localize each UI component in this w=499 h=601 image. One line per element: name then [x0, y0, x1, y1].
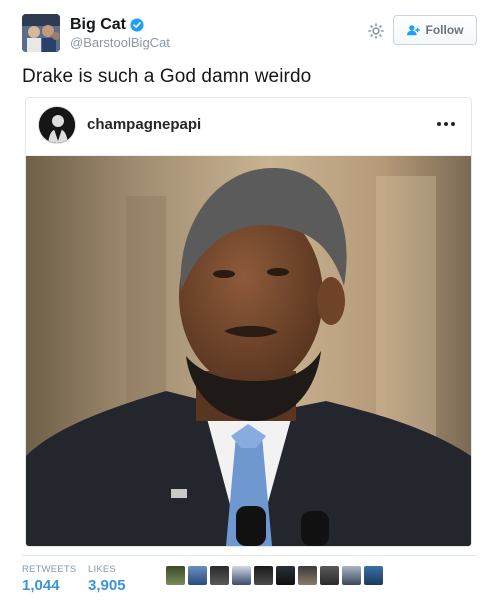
liker-avatars [166, 566, 383, 585]
liker-avatar[interactable] [166, 566, 185, 585]
retweets-label: RETWEETS [22, 564, 77, 575]
retweets-count[interactable]: 1,044 [22, 577, 76, 594]
liker-avatar[interactable] [232, 566, 251, 585]
liker-avatar[interactable] [342, 566, 361, 585]
more-dots-icon[interactable] [435, 118, 457, 130]
tweet-header: Big Cat @BarstoolBigCat Follow [22, 14, 477, 54]
liker-avatar[interactable] [320, 566, 339, 585]
verified-badge-icon [130, 18, 144, 32]
liker-avatar[interactable] [254, 566, 273, 585]
likes-stat[interactable]: LIKES 3,905 [88, 564, 126, 594]
follow-user-icon [406, 25, 420, 36]
likes-count[interactable]: 3,905 [88, 577, 126, 594]
follow-label: Follow [425, 23, 464, 37]
user-name-text[interactable]: Big Cat [70, 16, 126, 34]
tweet-text: Drake is such a God damn weirdo [22, 66, 312, 87]
retweets-stat[interactable]: RETWEETS 1,044 [22, 564, 76, 594]
liker-avatar[interactable] [210, 566, 229, 585]
portrait-photo [26, 156, 471, 546]
user-handle[interactable]: @BarstoolBigCat [70, 35, 170, 50]
liker-avatar[interactable] [364, 566, 383, 585]
liker-avatar[interactable] [188, 566, 207, 585]
tweet-stats: RETWEETS 1,044 LIKES 3,905 [22, 555, 477, 595]
embed-username[interactable]: champagnepapi [87, 116, 201, 133]
likes-label: LIKES [88, 564, 116, 575]
embed-avatar[interactable] [38, 106, 76, 144]
follow-button[interactable]: Follow [393, 15, 477, 45]
instagram-embed-card[interactable]: champagnepapi [25, 97, 472, 547]
embed-photo[interactable] [26, 156, 471, 546]
user-name[interactable]: Big Cat [70, 16, 144, 34]
embed-header: champagnepapi [26, 98, 471, 156]
liker-avatar[interactable] [298, 566, 317, 585]
user-avatar[interactable] [22, 14, 60, 52]
liker-avatar[interactable] [276, 566, 295, 585]
gear-icon[interactable] [367, 22, 385, 40]
